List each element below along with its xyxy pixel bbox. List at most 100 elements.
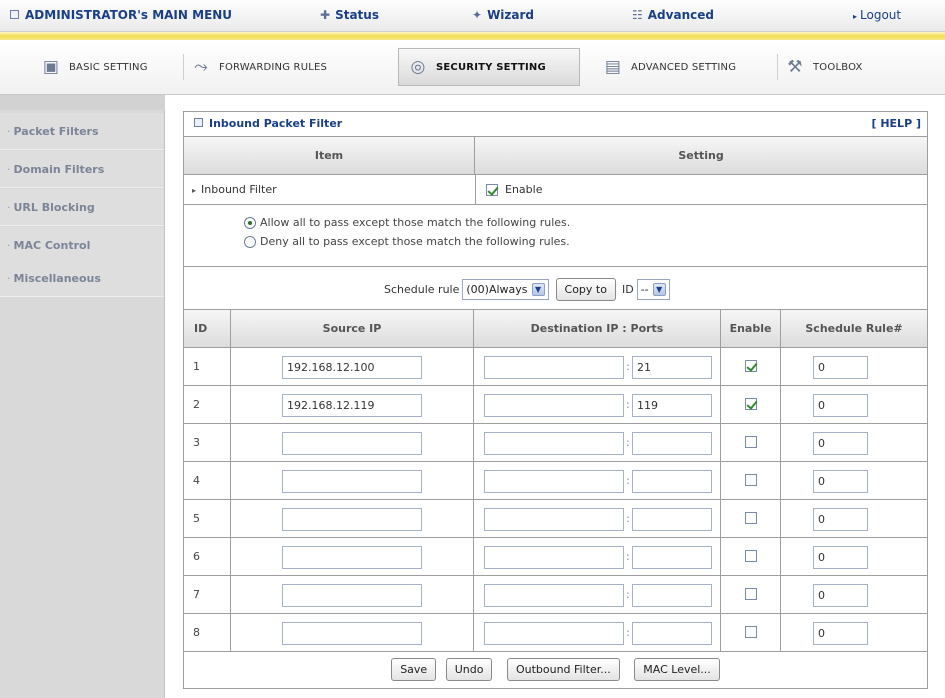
chevron-down-icon: ▼ <box>531 283 545 296</box>
policy-deny-radio[interactable] <box>244 235 256 248</box>
nav-logout-link[interactable]: ▸ Logout <box>853 8 901 22</box>
row-arrow-icon: ▸ <box>192 186 197 195</box>
rule-enable-checkbox[interactable] <box>744 360 757 372</box>
destination-ip-input[interactable] <box>484 546 624 569</box>
schedule-rule-input[interactable] <box>813 546 868 569</box>
schedule-rule-input[interactable] <box>813 622 868 645</box>
copy-id-select[interactable]: -- ▼ <box>636 279 670 300</box>
admin-title-text: ADMINISTRATOR's MAIN MENU <box>25 8 233 22</box>
wizard-icon: ✦ <box>472 8 483 22</box>
rule-id: 4 <box>184 462 231 499</box>
save-button[interactable]: Save <box>391 658 437 681</box>
destination-port-input[interactable] <box>632 622 712 645</box>
destination-ip-input[interactable] <box>484 584 624 607</box>
sidebar-item-mac-control[interactable]: · MAC Control <box>0 227 164 264</box>
help-link[interactable]: [ HELP ] <box>871 117 921 130</box>
column-header-item: Item <box>184 137 475 174</box>
policy-deny-option[interactable]: Deny all to pass except those match the … <box>244 235 570 248</box>
tab-toolbox[interactable]: ⚒ TOOLBOX <box>782 48 863 86</box>
destination-port-input[interactable] <box>632 356 712 379</box>
rules-table-header: ID Source IP Destination IP : Ports Enab… <box>184 310 927 348</box>
rule-enable-checkbox[interactable] <box>744 588 757 600</box>
sidebar: · Packet Filters · Domain Filters · URL Blo… <box>0 95 165 698</box>
rule-enable-checkbox[interactable] <box>744 398 757 410</box>
destination-port-input[interactable] <box>632 470 712 493</box>
advanced-icon: ☷ <box>632 8 643 22</box>
source-ip-input[interactable] <box>282 356 422 379</box>
destination-port-input[interactable] <box>632 432 712 455</box>
schedule-rule-select[interactable]: (00)Always ▼ <box>462 279 549 300</box>
schedule-rule-input[interactable] <box>813 584 868 607</box>
mac-level-button[interactable]: MAC Level... <box>634 658 720 681</box>
schedule-rule-input[interactable] <box>813 356 868 379</box>
destination-ip-input[interactable] <box>484 394 624 417</box>
schedule-rule-input[interactable] <box>813 432 868 455</box>
nav-advanced-link[interactable]: ☷ Advanced <box>632 8 714 22</box>
ip-port-separator: : <box>626 398 630 411</box>
rule-enable-checkbox[interactable] <box>744 550 757 562</box>
status-icon: ✚ <box>320 8 331 22</box>
schedule-rule-input[interactable] <box>813 394 868 417</box>
rule-enable-checkbox[interactable] <box>744 626 757 638</box>
logout-arrow-icon: ▸ <box>853 12 858 21</box>
source-ip-input[interactable] <box>282 470 422 493</box>
gold-divider <box>0 32 945 40</box>
sidebar-item-miscellaneous[interactable]: · Miscellaneous <box>0 260 164 297</box>
source-ip-input[interactable] <box>282 394 422 417</box>
source-ip-cell <box>231 386 474 423</box>
destination-ip-input[interactable] <box>484 508 624 531</box>
copy-to-button[interactable]: Copy to <box>555 278 616 301</box>
rule-id: 3 <box>184 424 231 461</box>
nav-status-label: Status <box>335 8 379 22</box>
rule-enable-checkbox[interactable] <box>744 474 757 486</box>
destination-port-input[interactable] <box>632 584 712 607</box>
destination-ip-input[interactable] <box>484 622 624 645</box>
destination-ip-input[interactable] <box>484 432 624 455</box>
rule-enable-checkbox[interactable] <box>744 512 757 524</box>
source-ip-input[interactable] <box>282 546 422 569</box>
source-ip-input[interactable] <box>282 622 422 645</box>
rule-enable-checkbox[interactable] <box>744 436 757 448</box>
undo-button[interactable]: Undo <box>445 658 493 681</box>
schedule-controls: Schedule rule (00)Always ▼ Copy to ID --… <box>384 278 670 301</box>
source-ip-input[interactable] <box>282 432 422 455</box>
destination-ip-input[interactable] <box>484 470 624 493</box>
rule-id: 8 <box>184 614 231 651</box>
schedule-cell <box>781 614 927 651</box>
forwarding-rules-icon: ⤳ <box>194 57 208 77</box>
tab-advanced-setting[interactable]: ▤ ADVANCED SETTING <box>600 48 736 86</box>
destination-port-input[interactable] <box>632 546 712 569</box>
schedule-rule-input[interactable] <box>813 470 868 493</box>
source-ip-input[interactable] <box>282 508 422 531</box>
ip-port-separator: : <box>626 436 630 449</box>
tab-forwarding-rules[interactable]: ⤳ FORWARDING RULES <box>188 48 327 86</box>
nav-status-link[interactable]: ✚ Status <box>320 8 379 22</box>
outbound-filter-button[interactable]: Outbound Filter... <box>506 658 620 681</box>
tab-forwarding-label: FORWARDING RULES <box>219 61 328 73</box>
destination-port-input[interactable] <box>632 508 712 531</box>
tab-basic-setting[interactable]: ▣ BASIC SETTING <box>38 48 148 86</box>
destination-port-input[interactable] <box>632 394 712 417</box>
source-ip-input[interactable] <box>282 584 422 607</box>
inbound-enable-checkbox[interactable] <box>486 183 498 196</box>
schedule-rule-label: Schedule rule <box>384 283 460 296</box>
policy-allow-option[interactable]: Allow all to pass except those match the… <box>244 216 570 229</box>
tab-security-setting[interactable]: ◎ SECURITY SETTING <box>398 48 580 86</box>
sidebar-item-url-blocking[interactable]: · URL Blocking <box>0 189 164 226</box>
sidebar-item-packet-filters[interactable]: · Packet Filters <box>0 113 164 150</box>
table-row: 2: <box>184 386 927 424</box>
column-header-id: ID <box>184 310 231 347</box>
sidebar-item-domain-filters[interactable]: · Domain Filters <box>0 151 164 188</box>
nav-wizard-link[interactable]: ✦ Wizard <box>472 8 534 22</box>
inbound-filter-row: ▸ Inbound Filter Enable <box>184 175 927 205</box>
schedule-rule-input[interactable] <box>813 508 868 531</box>
policy-deny-label: Deny all to pass except those match the … <box>260 235 570 248</box>
inbound-enable-label: Enable <box>505 183 543 196</box>
destination-ip-input[interactable] <box>484 356 624 379</box>
inbound-filter-label-text: Inbound Filter <box>201 183 277 196</box>
schedule-rule-value: (00)Always <box>466 283 528 296</box>
policy-allow-radio[interactable] <box>244 216 256 229</box>
schedule-cell <box>781 424 927 461</box>
rule-id: 2 <box>184 386 231 423</box>
column-header-enable: Enable <box>721 310 781 347</box>
